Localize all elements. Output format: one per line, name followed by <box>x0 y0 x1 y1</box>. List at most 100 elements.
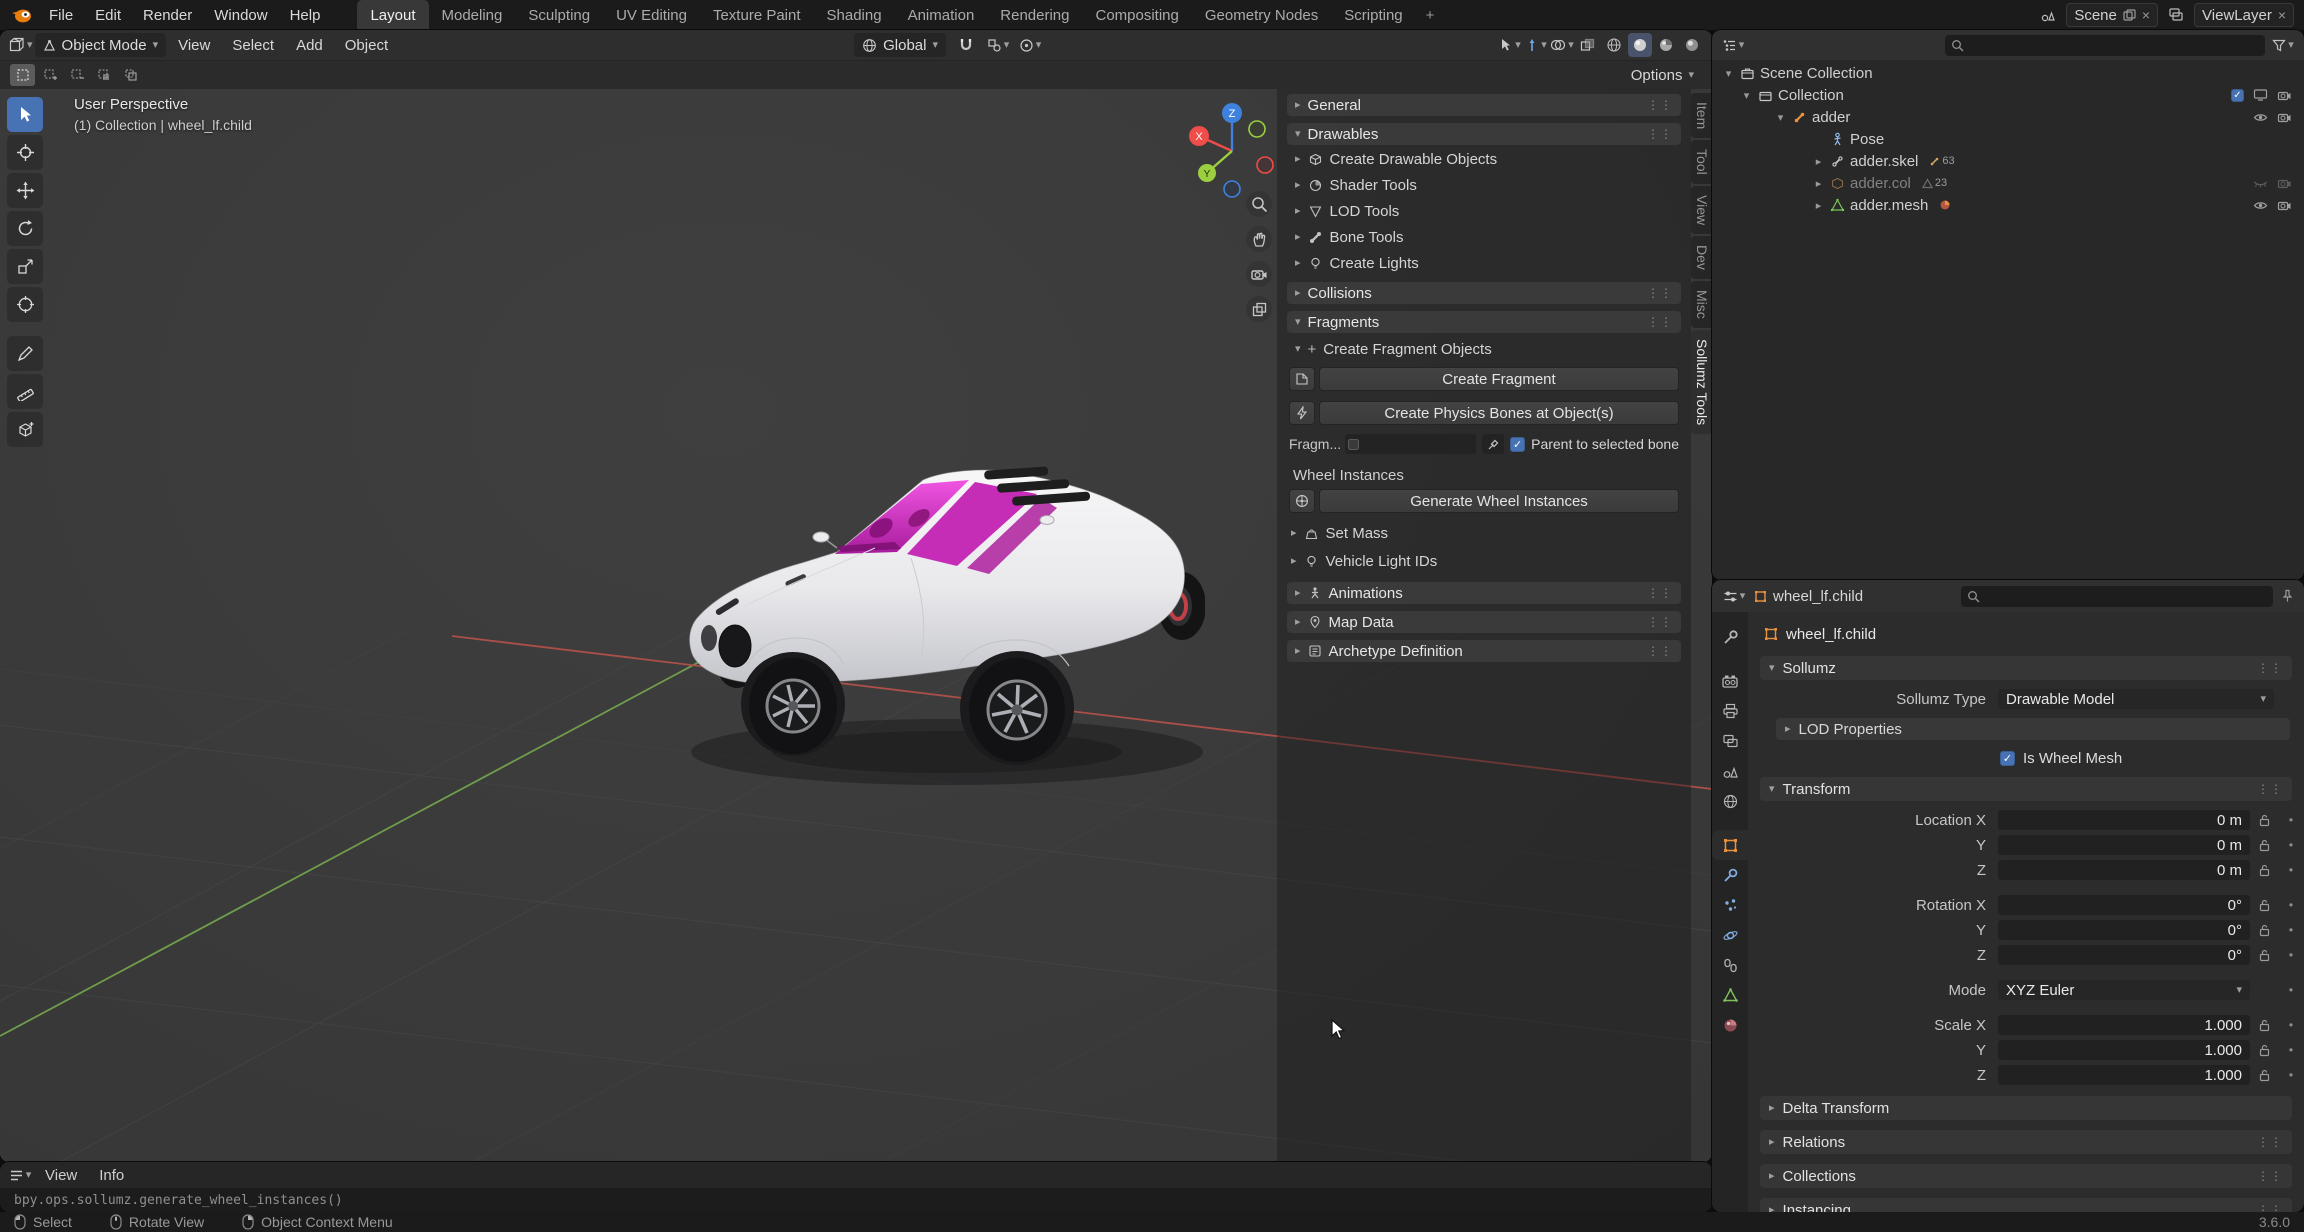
tool-scale[interactable] <box>7 249 43 284</box>
select-mode-invert[interactable] <box>91 64 116 86</box>
car-model[interactable] <box>685 456 1205 796</box>
subpanel-shader-tools[interactable]: ▸ Shader Tools <box>1295 175 1681 195</box>
lock-icon[interactable] <box>2250 864 2278 877</box>
lock-icon[interactable] <box>2250 1044 2278 1057</box>
unlink-scene-icon[interactable]: × <box>2142 7 2150 23</box>
tab-modeling[interactable]: Modeling <box>429 0 516 30</box>
shading-rendered-button[interactable] <box>1680 33 1704 57</box>
disable-render-icon[interactable] <box>2277 89 2292 102</box>
location-x-field[interactable]: 0 m <box>1998 810 2250 830</box>
tab-geometry-nodes[interactable]: Geometry Nodes <box>1192 0 1331 30</box>
tool-cursor[interactable] <box>7 135 43 170</box>
menu-add[interactable]: Add <box>286 33 333 57</box>
add-workspace-button[interactable]: + <box>1416 0 1445 30</box>
tab-texture-paint[interactable]: Texture Paint <box>700 0 814 30</box>
physics-bone-icon[interactable] <box>1289 401 1315 425</box>
tab-sculpting[interactable]: Sculpting <box>515 0 603 30</box>
tab-animation[interactable]: Animation <box>895 0 988 30</box>
xray-toggle[interactable] <box>1576 33 1600 57</box>
animate-decorator[interactable]: • <box>2278 1043 2304 1057</box>
animate-decorator[interactable]: • <box>2278 838 2304 852</box>
select-mode-intersect[interactable] <box>118 64 143 86</box>
sollumz-type-dropdown[interactable]: Drawable Model ▾ <box>1998 689 2274 709</box>
scene-selector[interactable]: Scene × <box>2066 3 2158 27</box>
menu-window[interactable]: Window <box>203 0 278 30</box>
menu-object[interactable]: Object <box>335 33 398 57</box>
rotation-mode-dropdown[interactable]: XYZ Euler ▾ <box>1998 980 2250 1000</box>
create-fragment-button[interactable]: Create Fragment <box>1319 367 1679 391</box>
hide-viewport-icon[interactable] <box>2253 88 2268 102</box>
drag-handle-icon[interactable]: ⋮⋮ <box>1647 127 1673 141</box>
tab-physics[interactable] <box>1712 920 1748 950</box>
panel-collections[interactable]: ▸ Collections ⋮⋮ <box>1760 1164 2292 1188</box>
fragment-object-field[interactable] <box>1345 434 1476 454</box>
panel-general[interactable]: ▸ General ⋮⋮ <box>1287 94 1681 116</box>
menu-help[interactable]: Help <box>279 0 332 30</box>
outliner-search-input[interactable] <box>1945 35 2265 56</box>
camera-view-icon[interactable] <box>1246 261 1272 287</box>
generate-wheel-instances-button[interactable]: Generate Wheel Instances <box>1319 489 1679 513</box>
tab-object-data[interactable] <box>1712 980 1748 1010</box>
drag-handle-icon[interactable]: ⋮⋮ <box>2257 1135 2283 1149</box>
rotation-x-field[interactable]: 0° <box>1998 895 2250 915</box>
subpanel-create-lights[interactable]: ▸ Create Lights <box>1295 253 1681 273</box>
tab-tool[interactable] <box>1712 622 1748 652</box>
collection-exclude-checkbox[interactable]: ✓ <box>2231 89 2244 102</box>
viewport-canvas[interactable]: User Perspective (1) Collection | wheel_… <box>0 89 1712 1162</box>
panel-collisions[interactable]: ▸ Collisions ⋮⋮ <box>1287 282 1681 304</box>
is-wheel-mesh-checkbox[interactable]: ✓ <box>2000 751 2015 766</box>
info-editor-type-button[interactable]: ▾ <box>8 1163 32 1187</box>
sidebar-tab-dev[interactable]: Dev <box>1691 236 1712 279</box>
subpanel-set-mass[interactable]: ▸ Set Mass <box>1291 523 1681 543</box>
snap-target-dropdown[interactable]: ▾ <box>986 33 1010 57</box>
editor-type-button[interactable]: ▾ <box>8 33 33 57</box>
filter-icon[interactable]: ▾ <box>2271 33 2295 57</box>
tool-measure[interactable] <box>7 374 43 409</box>
object-name-row[interactable]: wheel_lf.child <box>1764 622 2292 646</box>
tab-view-layer[interactable] <box>1712 726 1748 756</box>
lock-icon[interactable] <box>2250 814 2278 827</box>
pan-hand-icon[interactable] <box>1246 226 1272 252</box>
tool-select-box[interactable] <box>7 97 43 132</box>
fragment-icon[interactable] <box>1289 367 1315 391</box>
shading-solid-button[interactable] <box>1628 33 1652 57</box>
proportional-editing-dropdown[interactable]: ▾ <box>1018 33 1042 57</box>
menu-file[interactable]: File <box>38 0 84 30</box>
gizmos-dropdown[interactable]: ▾ <box>1524 33 1548 57</box>
tool-rotate[interactable] <box>7 211 43 246</box>
tree-row-collection[interactable]: ▾ Collection ✓ <box>1712 84 2304 106</box>
info-menu-info[interactable]: Info <box>90 1167 133 1184</box>
lock-icon[interactable] <box>2250 1019 2278 1032</box>
viewlayer-selector[interactable]: ViewLayer × <box>2194 3 2294 27</box>
panel-fragments[interactable]: ▾ Fragments ⋮⋮ <box>1287 311 1681 333</box>
lock-icon[interactable] <box>2250 839 2278 852</box>
panel-instancing[interactable]: ▸ Instancing ⋮⋮ <box>1760 1198 2292 1212</box>
tree-row-adder-skel[interactable]: ▸ adder.skel 63 <box>1712 150 2304 172</box>
drag-handle-icon[interactable]: ⋮⋮ <box>1647 586 1673 600</box>
new-scene-icon[interactable] <box>2123 9 2136 22</box>
drag-handle-icon[interactable]: ⋮⋮ <box>1647 315 1673 329</box>
animate-decorator[interactable]: • <box>2278 923 2304 937</box>
animate-decorator[interactable]: • <box>2278 1068 2304 1082</box>
tab-render[interactable] <box>1712 666 1748 696</box>
drag-handle-icon[interactable]: ⋮⋮ <box>1647 644 1673 658</box>
subpanel-lod-properties[interactable]: ▸ LOD Properties <box>1776 718 2290 740</box>
rotation-z-field[interactable]: 0° <box>1998 945 2250 965</box>
subpanel-bone-tools[interactable]: ▸ Bone Tools <box>1295 227 1681 247</box>
animate-decorator[interactable]: • <box>2278 983 2304 997</box>
tab-uv-editing[interactable]: UV Editing <box>603 0 700 30</box>
sidebar-tab-misc[interactable]: Misc <box>1691 281 1712 328</box>
transform-orientation-dropdown[interactable]: Global ▾ <box>854 33 946 57</box>
animate-decorator[interactable]: • <box>2278 1018 2304 1032</box>
select-mode-extend[interactable] <box>37 64 62 86</box>
tool-move[interactable] <box>7 173 43 208</box>
disable-render-icon[interactable] <box>2277 177 2292 190</box>
lock-icon[interactable] <box>2250 924 2278 937</box>
tab-output[interactable] <box>1712 696 1748 726</box>
options-dropdown[interactable]: Options ▾ <box>1623 64 1702 86</box>
menu-render[interactable]: Render <box>132 0 203 30</box>
eyedropper-icon[interactable] <box>1482 434 1504 454</box>
selectability-dropdown[interactable]: ▾ <box>1498 33 1522 57</box>
tree-row-adder[interactable]: ▾ adder <box>1712 106 2304 128</box>
panel-sollumz[interactable]: ▾ Sollumz ⋮⋮ <box>1760 656 2292 680</box>
